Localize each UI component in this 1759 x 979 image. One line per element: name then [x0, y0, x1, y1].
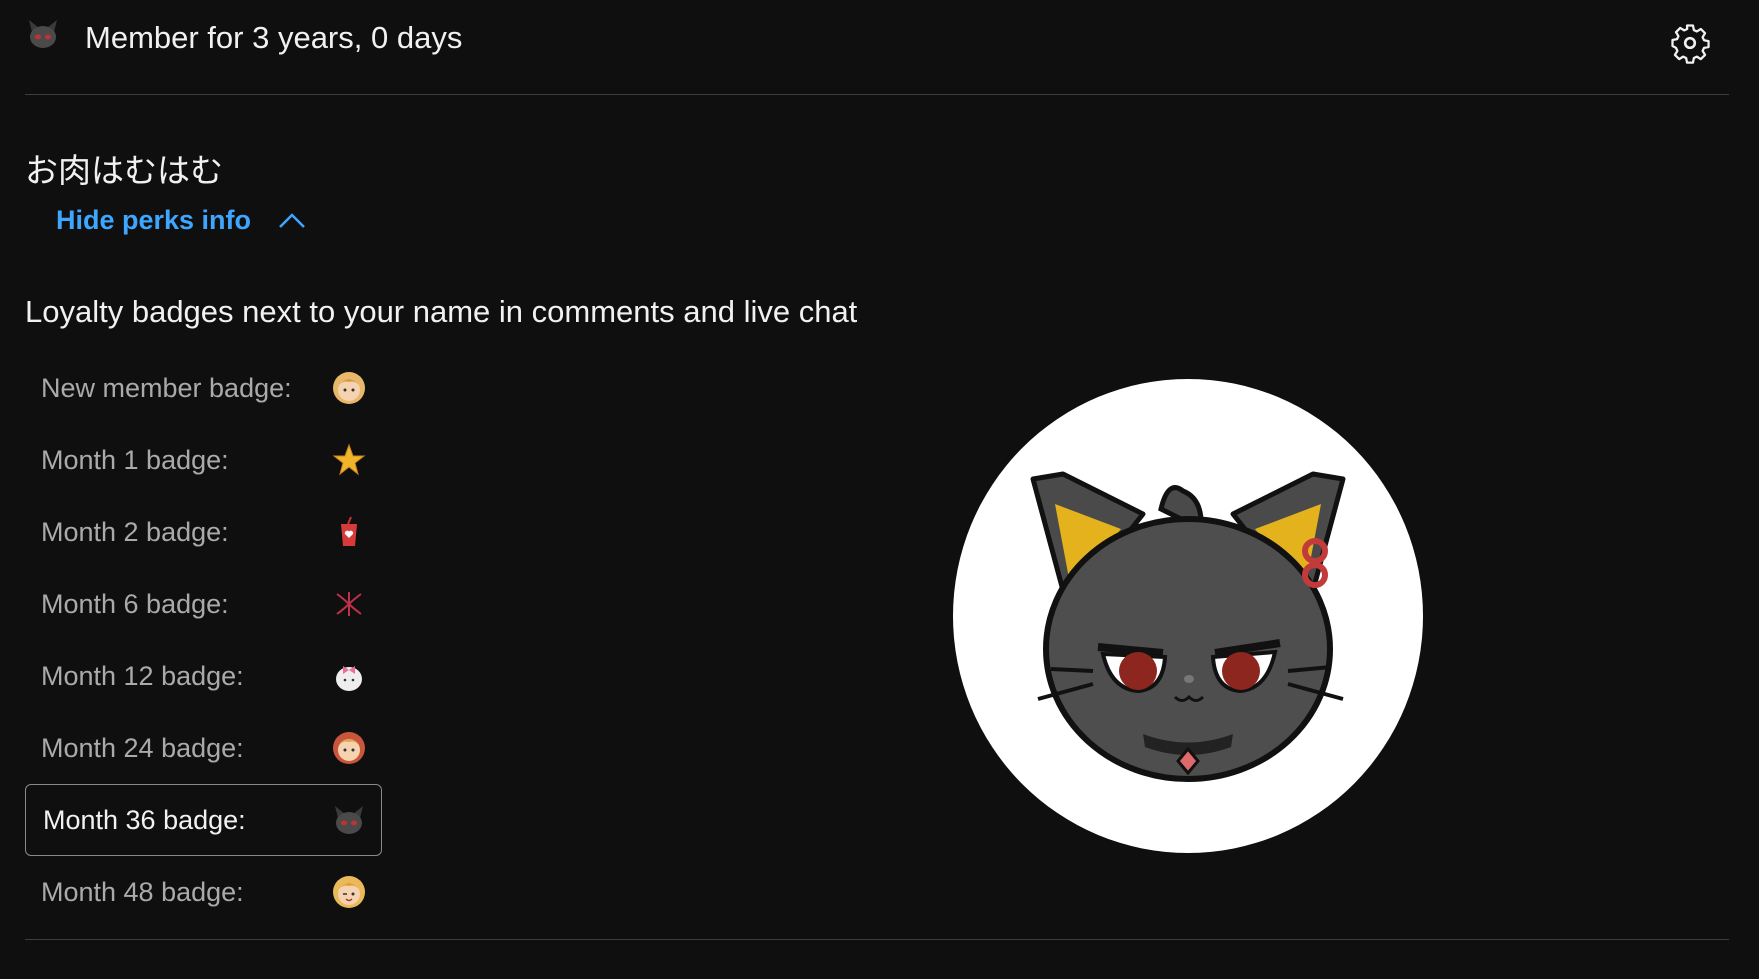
badge-row-month-2[interactable]: Month 2 badge:: [25, 496, 382, 568]
badge-label: Month 12 badge:: [41, 660, 244, 691]
redhead-face-icon: [333, 732, 365, 764]
badge-row-month-12[interactable]: Month 12 badge:: [25, 640, 382, 712]
badge-label: New member badge:: [41, 372, 292, 403]
badge-label: Month 24 badge:: [41, 732, 244, 763]
hide-perks-button[interactable]: Hide perks info: [56, 205, 307, 236]
badge-list: New member badge: Month 1 badge: Month 2…: [25, 352, 382, 928]
gold-star-icon: [332, 443, 366, 476]
red-spark-icon: [336, 592, 362, 616]
badge-row-month-1[interactable]: Month 1 badge:: [25, 424, 382, 496]
chevron-up-icon: [279, 212, 305, 228]
winking-blonde-face-icon: [333, 876, 365, 908]
badge-row-month-36[interactable]: Month 36 badge:: [25, 784, 382, 856]
divider: [25, 939, 1729, 940]
red-cup-heart-icon: [341, 516, 357, 546]
white-blob-bow-icon: [336, 666, 362, 691]
tier-name: お肉はむはむ: [25, 151, 223, 190]
badge-label: Month 6 badge:: [41, 588, 229, 619]
gear-icon[interactable]: [1669, 22, 1711, 64]
blonde-face-icon: [333, 372, 365, 404]
badge-label: Month 1 badge:: [41, 444, 229, 475]
perk-title: Loyalty badges next to your name in comm…: [25, 294, 858, 329]
hide-perks-label: Hide perks info: [56, 205, 252, 235]
badge-label: Month 48 badge:: [41, 876, 244, 907]
badge-row-month-48[interactable]: Month 48 badge:: [25, 856, 382, 928]
black-cat-large-icon: [1030, 471, 1346, 782]
badge-row-month-6[interactable]: Month 6 badge:: [25, 568, 382, 640]
badge-label: Month 36 badge:: [43, 804, 246, 835]
badge-preview: [953, 379, 1423, 853]
badge-row-month-24[interactable]: Month 24 badge:: [25, 712, 382, 784]
membership-header: Member for 3 years, 0 days: [25, 0, 1729, 95]
cat-face-icon: [29, 20, 57, 48]
badge-row-new-member[interactable]: New member badge:: [25, 352, 382, 424]
membership-duration: Member for 3 years, 0 days: [85, 20, 463, 55]
badge-label: Month 2 badge:: [41, 516, 229, 547]
black-cat-icon: [335, 806, 363, 834]
